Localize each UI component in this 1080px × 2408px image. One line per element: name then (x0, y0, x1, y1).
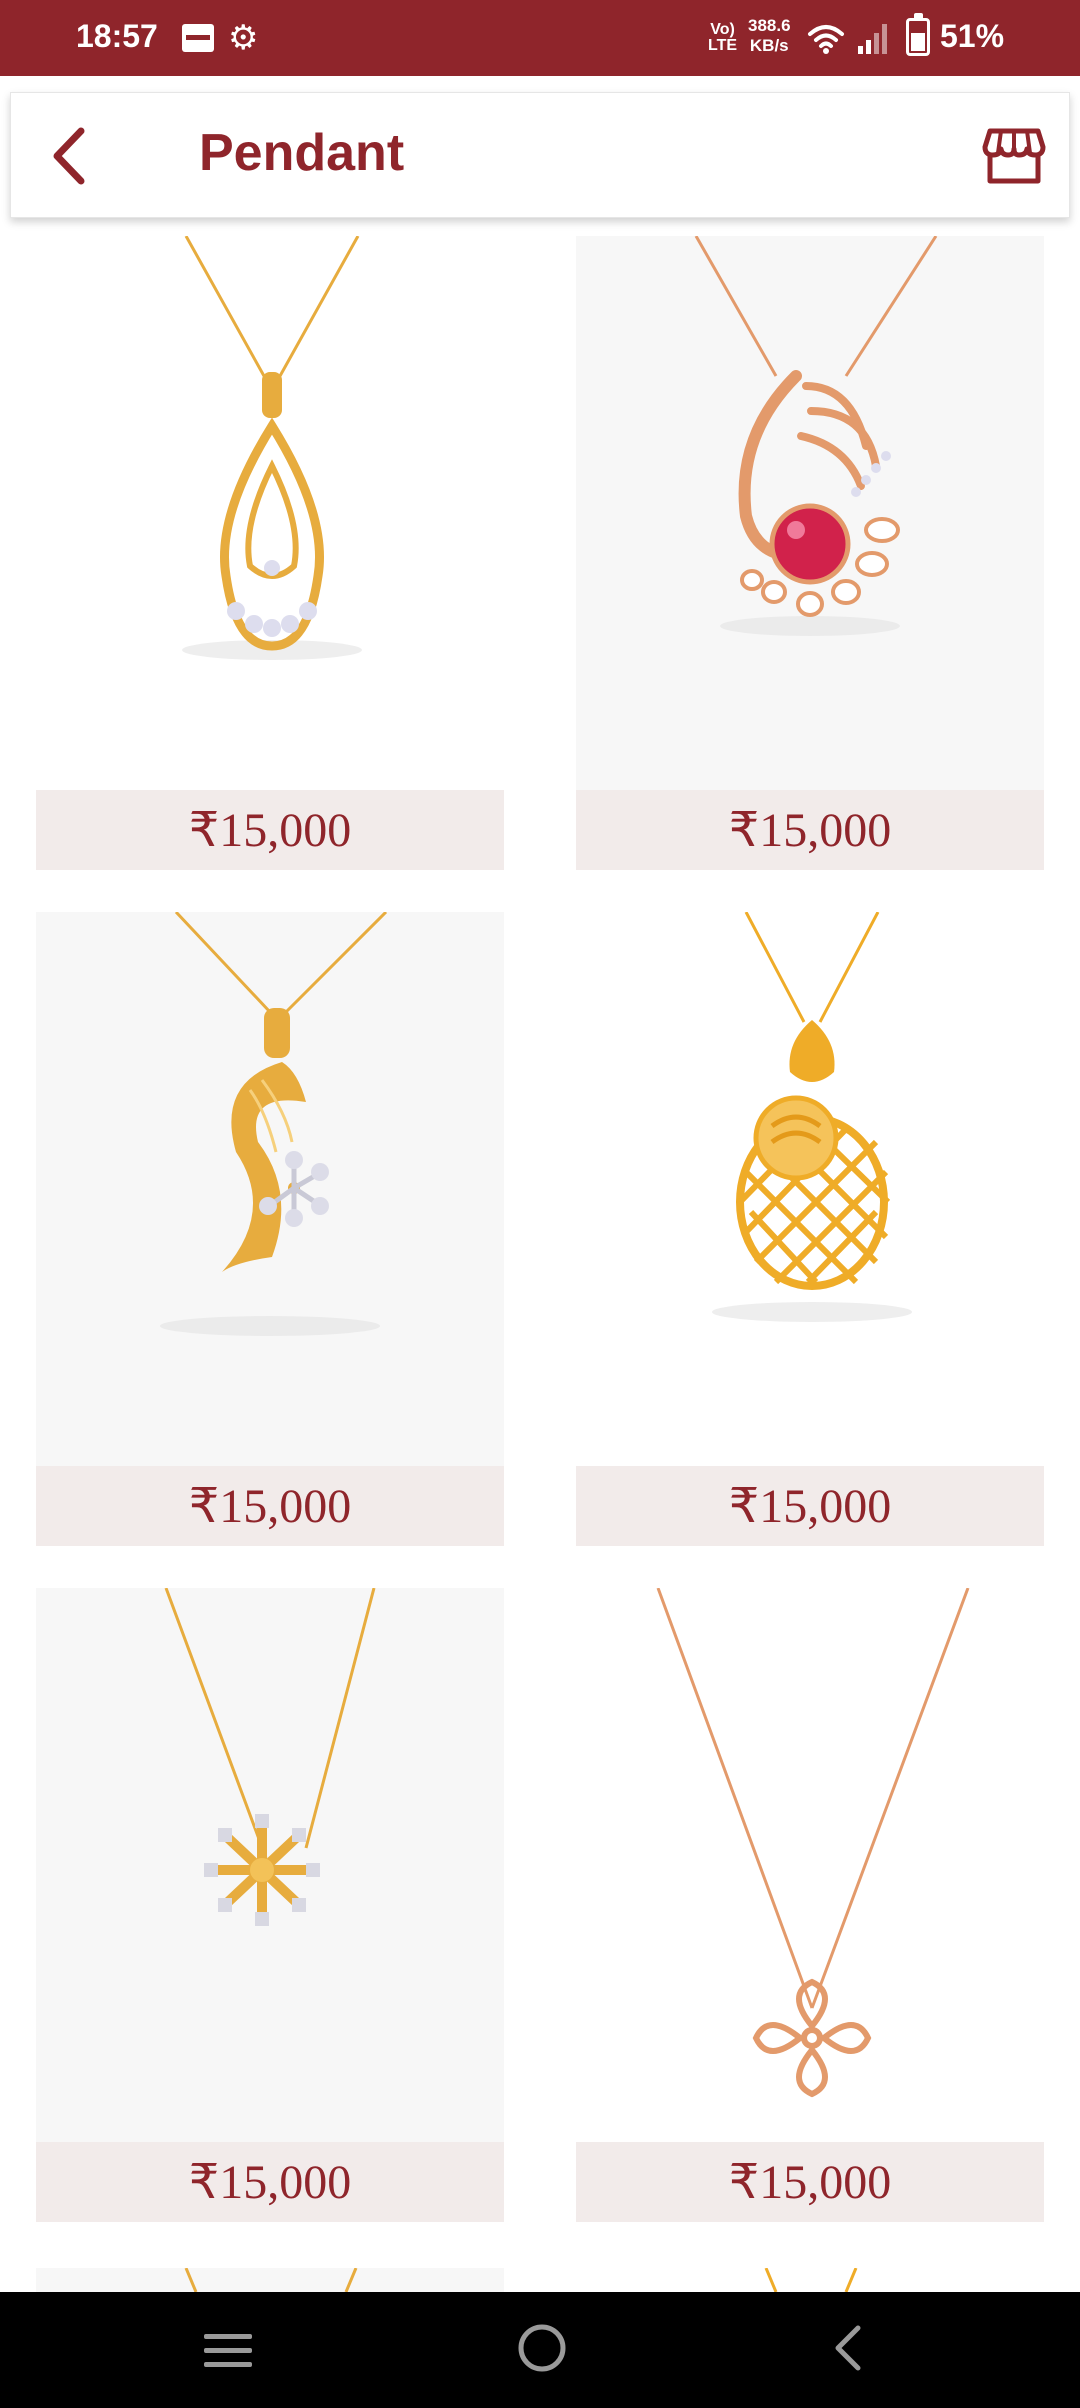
network-speed-unit: KB/s (749, 36, 789, 55)
product-price: ₹15,000 (36, 2142, 504, 2222)
chain-image (184, 2268, 358, 2292)
product-image (36, 1588, 504, 2142)
chain-image (764, 2268, 858, 2292)
chevron-left-icon (53, 127, 85, 185)
product-card[interactable]: ₹15,000 (36, 912, 504, 1546)
product-image (576, 1588, 1044, 2142)
product-price: ₹15,000 (576, 1466, 1044, 1546)
volte-top: Vo) (710, 21, 735, 38)
home-circle-icon[interactable] (514, 2320, 570, 2376)
battery-percentage: 51% (940, 18, 1005, 54)
product-price: ₹15,000 (576, 790, 1044, 870)
store-button[interactable] (981, 123, 1047, 189)
app-header: Pendant (10, 92, 1070, 218)
store-icon (982, 128, 1046, 184)
product-price: ₹15,000 (36, 1466, 504, 1546)
product-card-partial[interactable] (36, 2268, 504, 2292)
product-image (36, 912, 504, 1466)
volte-bottom: LTE (708, 37, 738, 54)
volte-indicator: Vo) LTE (708, 22, 737, 54)
teardrop-pendant-image (182, 236, 362, 660)
battery-icon (906, 13, 930, 56)
ruby-pendant-image (694, 236, 938, 636)
product-price: ₹15,000 (36, 790, 504, 870)
product-image (576, 236, 1044, 790)
product-image (36, 236, 504, 790)
status-time: 18:57 (76, 18, 158, 54)
navigation-bar (0, 2292, 1080, 2408)
product-card[interactable]: ₹15,000 (36, 1588, 504, 2222)
signal-icon (858, 24, 887, 54)
starburst-pendant-image (164, 1588, 376, 1926)
product-card[interactable]: ₹15,000 (576, 912, 1044, 1546)
network-speed-value: 388.6 (748, 16, 791, 35)
wifi-icon (808, 25, 844, 54)
menu-icon[interactable] (200, 2324, 256, 2376)
product-card[interactable]: ₹15,000 (576, 236, 1044, 870)
product-card-partial[interactable] (576, 2268, 1044, 2292)
ribbon-flower-pendant-image (160, 912, 388, 1336)
notification-app-icon (182, 24, 214, 52)
page-title: Pendant (199, 124, 405, 182)
lattice-pendant-image (712, 912, 912, 1322)
product-image (576, 912, 1044, 1466)
product-card[interactable]: ₹15,000 (36, 236, 504, 870)
back-triangle-icon[interactable] (824, 2320, 876, 2376)
network-speed: 388.6 KB/s (748, 16, 791, 56)
status-bar: 18:57 ⚙ Vo) LTE 388.6 KB/s 51% (0, 0, 1080, 76)
product-price: ₹15,000 (576, 2142, 1044, 2222)
back-button[interactable] (35, 121, 105, 191)
gear-icon: ⚙ (228, 19, 259, 57)
product-card[interactable]: ₹15,000 (576, 1588, 1044, 2222)
clover-pendant-image (656, 1588, 970, 2098)
